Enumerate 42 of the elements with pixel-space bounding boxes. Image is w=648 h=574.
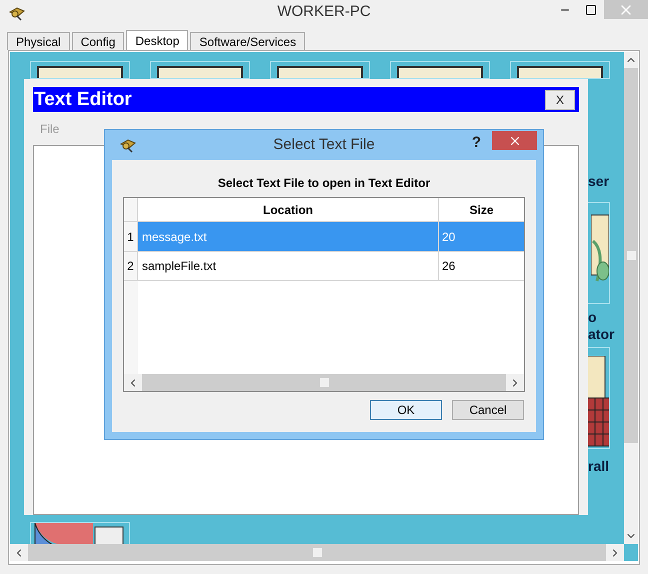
app-tile[interactable] <box>30 61 130 79</box>
dialog-heading: Select Text File to open in Text Editor <box>216 175 432 192</box>
table-cell-text: 26 <box>441 258 456 275</box>
tab[interactable]: Software/Services <box>190 32 306 50</box>
row-number: 1 <box>124 222 138 251</box>
app-tile[interactable] <box>150 61 250 79</box>
tab[interactable]: Config <box>72 32 124 50</box>
horizontal-scrollbar[interactable] <box>10 544 624 561</box>
firewall-icon <box>587 356 609 448</box>
desktop-icon-label: ator <box>588 327 614 341</box>
tab[interactable]: Physical <box>7 32 70 50</box>
table-row[interactable]: 1 message.txt 20 <box>124 222 524 252</box>
tab[interactable]: Desktop <box>126 30 188 50</box>
dialog-title: Select Text File <box>273 134 375 155</box>
scroll-grip-icon[interactable] <box>320 378 328 387</box>
maximize-icon <box>585 4 597 16</box>
dialog-button[interactable]: Cancel <box>452 400 524 420</box>
desktop-icon-label: ser <box>588 174 610 188</box>
table-row[interactable]: 2 sampleFile.txt 26 <box>124 252 524 281</box>
scroll-grip-icon[interactable] <box>626 251 636 260</box>
table-cell: sampleFile.txt <box>138 252 439 280</box>
window-title: WORKER-PC <box>277 2 371 22</box>
app-tile[interactable] <box>270 61 370 79</box>
desktop-icon-label: rall <box>588 459 610 473</box>
app-tile[interactable] <box>390 61 490 79</box>
scroll-grip-icon[interactable] <box>312 548 322 557</box>
table-cell: 20 <box>439 222 524 251</box>
desktop-icon-label: o <box>588 310 597 324</box>
column-header[interactable]: Location <box>138 198 439 221</box>
help-button[interactable]: ? <box>472 132 481 154</box>
vertical-scrollbar[interactable] <box>624 52 638 544</box>
table-scrollbar[interactable] <box>124 374 524 391</box>
app-tile[interactable] <box>510 61 610 79</box>
scrollbar-corner <box>624 544 638 561</box>
editor-close-button[interactable]: X <box>545 90 575 110</box>
app-tile[interactable] <box>30 522 130 544</box>
row-number: 2 <box>124 252 138 280</box>
dialog-close-button[interactable] <box>492 131 537 150</box>
column-header[interactable]: Size <box>439 198 524 221</box>
dialog-button[interactable]: OK <box>370 400 442 420</box>
table-cell: message.txt <box>138 222 439 251</box>
editor-title: Text Editor <box>34 90 132 109</box>
